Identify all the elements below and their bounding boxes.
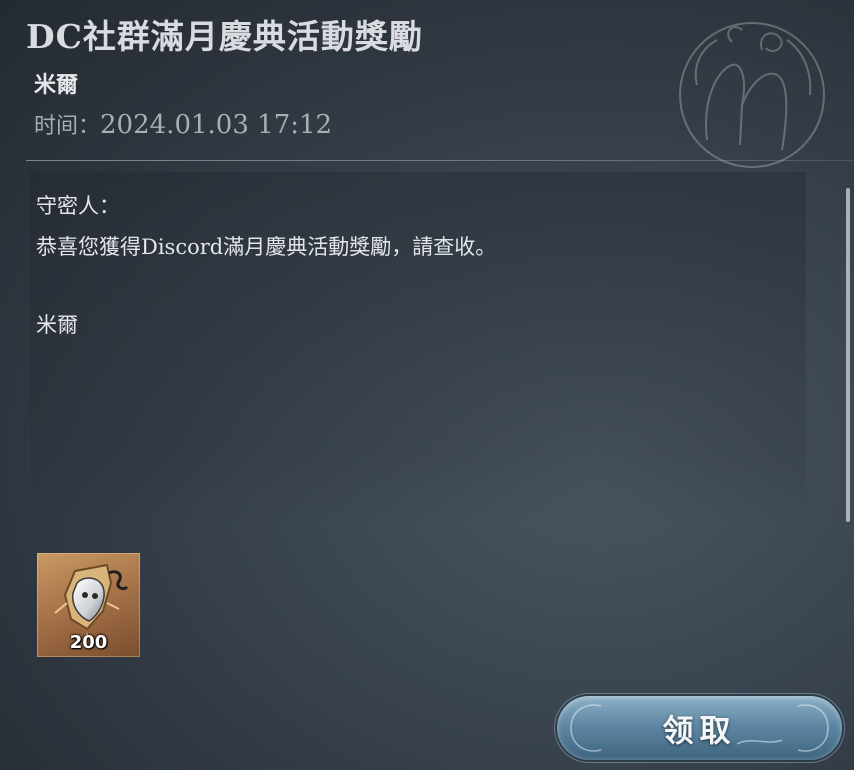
claim-button-label: 领取 <box>662 713 737 750</box>
reward-count: 200 <box>69 632 108 653</box>
mail-greeting: 守密人： <box>36 194 120 218</box>
reward-item[interactable]: 200 <box>37 553 140 657</box>
header-divider <box>26 160 854 161</box>
time-label: 时间： <box>34 114 101 139</box>
sender-name: 米爾 <box>34 72 79 98</box>
watermark-emblem-icon <box>679 22 825 168</box>
claim-button[interactable]: 领取 <box>557 696 842 760</box>
mail-time: 时间：2024.01.03 17:12 <box>34 108 332 140</box>
mail-signature: 米爾 <box>36 313 78 337</box>
time-value: 2024.01.03 17:12 <box>100 110 333 140</box>
mail-message: 恭喜您獲得Discord滿月慶典活動獎勵，請查收。 <box>36 235 497 259</box>
mail-body-panel[interactable] <box>30 172 806 524</box>
body-scrollbar[interactable] <box>846 188 850 522</box>
mail-title: DC社群滿月慶典活動獎勵 <box>26 17 423 56</box>
